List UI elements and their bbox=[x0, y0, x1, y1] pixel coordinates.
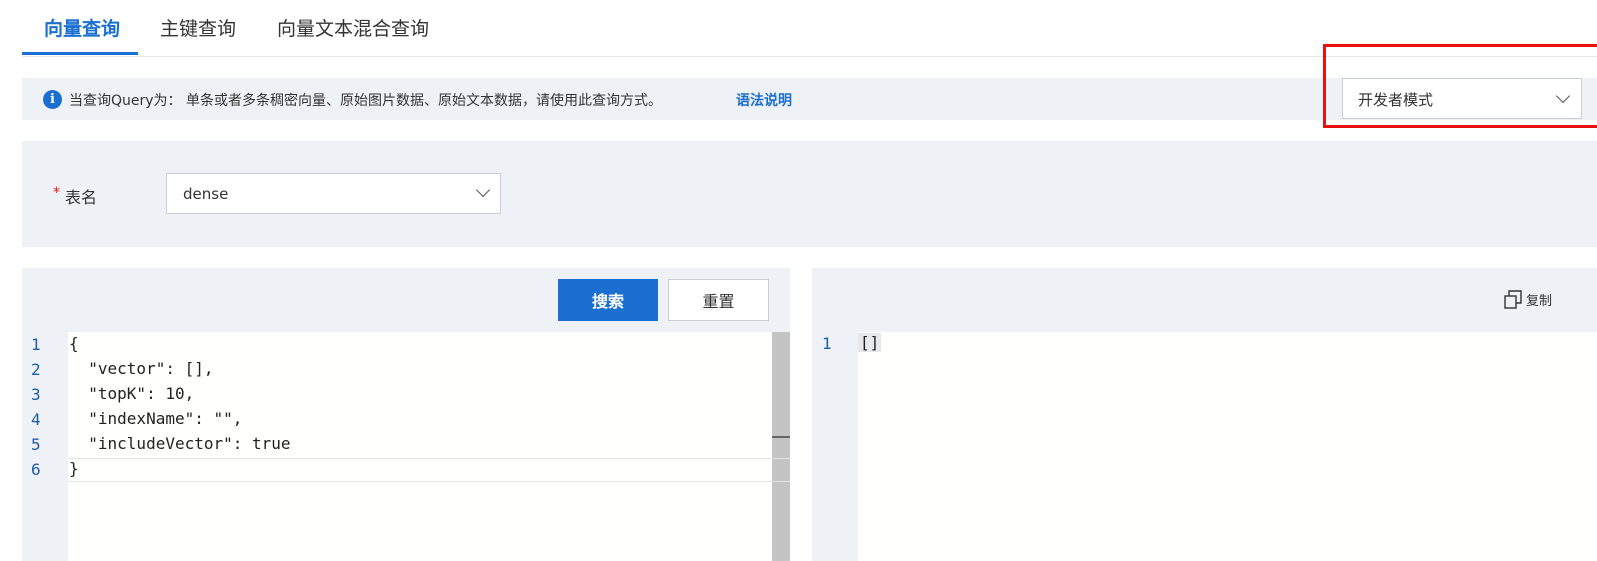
table-name-select[interactable]: dense bbox=[166, 173, 501, 214]
tab-primary-key-query[interactable]: 主键查询 bbox=[160, 14, 236, 41]
search-button[interactable]: 搜索 bbox=[558, 279, 658, 321]
reset-button[interactable]: 重置 bbox=[668, 279, 769, 321]
line-number: 6 bbox=[31, 460, 41, 479]
copy-icon bbox=[1504, 290, 1522, 309]
editor-gutter bbox=[22, 332, 68, 561]
line-number: 4 bbox=[31, 410, 41, 429]
code-line: "vector": [], bbox=[69, 359, 214, 378]
copy-label: 复制 bbox=[1526, 294, 1553, 309]
line-number: 3 bbox=[31, 385, 41, 404]
mode-select-value: 开发者模式 bbox=[1358, 91, 1434, 109]
tab-hybrid-query[interactable]: 向量文本混合查询 bbox=[277, 14, 429, 41]
active-tab-indicator bbox=[22, 52, 138, 55]
editor-scrollbar[interactable] bbox=[772, 332, 790, 561]
mode-select[interactable]: 开发者模式 bbox=[1342, 78, 1582, 119]
code-line: { bbox=[69, 334, 79, 353]
code-line: "indexName": "", bbox=[69, 409, 243, 428]
line-number: 5 bbox=[31, 435, 41, 454]
table-name-value: dense bbox=[183, 185, 229, 203]
scrollbar-marker bbox=[772, 436, 790, 438]
result-line: [] bbox=[858, 333, 882, 352]
result-viewer[interactable] bbox=[858, 332, 1597, 561]
line-number: 1 bbox=[31, 335, 41, 354]
info-text: 当查询Query为： 单条或者多条稠密向量、原始图片数据、原始文本数据，请使用此… bbox=[69, 93, 662, 109]
result-line-number: 1 bbox=[822, 334, 832, 353]
tab-bar: 向量查询 主键查询 向量文本混合查询 bbox=[22, 0, 1597, 57]
tab-vector-query[interactable]: 向量查询 bbox=[44, 14, 120, 41]
chevron-down-icon bbox=[475, 182, 491, 198]
required-mark: * bbox=[53, 185, 60, 201]
code-line: "includeVector": true bbox=[69, 434, 291, 453]
syntax-help-link[interactable]: 语法说明 bbox=[736, 90, 792, 110]
table-name-label: 表名 bbox=[65, 188, 98, 207]
line-number: 2 bbox=[31, 360, 41, 379]
code-line: } bbox=[69, 459, 79, 478]
chevron-down-icon bbox=[1555, 88, 1571, 104]
code-line: "topK": 10, bbox=[69, 384, 195, 403]
info-icon: i bbox=[43, 90, 62, 109]
